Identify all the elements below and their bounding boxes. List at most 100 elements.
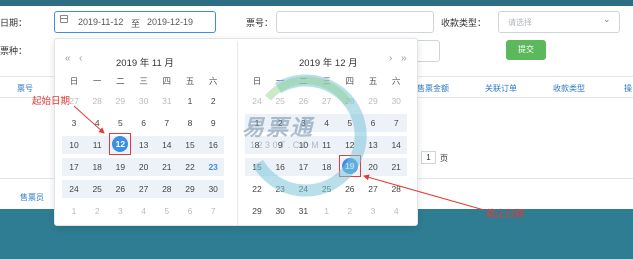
calendar-day[interactable]: 22 bbox=[247, 184, 267, 194]
calendar-day[interactable]: 19 bbox=[110, 162, 130, 172]
calendar-day[interactable]: 26 bbox=[293, 96, 313, 106]
calendar-day[interactable]: 15 bbox=[180, 140, 200, 150]
calendar-day[interactable]: 30 bbox=[203, 184, 223, 194]
end-date-annotation: 截止日期 bbox=[486, 209, 525, 220]
calendar-day[interactable]: 30 bbox=[270, 206, 290, 216]
calendar-day[interactable]: 5 bbox=[340, 118, 360, 128]
ticket-no-input[interactable] bbox=[276, 11, 434, 33]
calendar-day[interactable]: 3 bbox=[64, 118, 84, 128]
calendar-day[interactable]: 24 bbox=[293, 184, 313, 194]
calendar-day[interactable]: 5 bbox=[110, 118, 130, 128]
calendar-day[interactable]: 29 bbox=[110, 96, 130, 106]
calendar-day[interactable]: 27 bbox=[134, 184, 154, 194]
calendar-day[interactable]: 25 bbox=[317, 184, 337, 194]
calendar-day[interactable]: 15 bbox=[247, 162, 267, 172]
calendar-day[interactable]: 17 bbox=[293, 162, 313, 172]
calendar-day[interactable]: 20 bbox=[134, 162, 154, 172]
calendar-day[interactable]: 3 bbox=[110, 206, 130, 216]
page-number-input[interactable]: 1 bbox=[421, 151, 436, 164]
weekday-label: 五 bbox=[368, 76, 378, 86]
selected-day[interactable]: 19 bbox=[341, 158, 358, 174]
calendar-day[interactable]: 11 bbox=[317, 140, 337, 150]
prev-year-icon[interactable]: « bbox=[65, 53, 71, 64]
top-bar bbox=[0, 0, 633, 6]
calendar-day[interactable]: 26 bbox=[340, 184, 360, 194]
calendar-day[interactable]: 2 bbox=[203, 96, 223, 106]
calendar-day[interactable]: 20 bbox=[363, 162, 383, 172]
calendar-day[interactable]: 16 bbox=[270, 162, 290, 172]
col-actions[interactable]: 操 bbox=[624, 83, 632, 94]
calendar-day[interactable]: 2 bbox=[340, 206, 360, 216]
calendar-day[interactable]: 6 bbox=[363, 118, 383, 128]
calendar-day[interactable]: 21 bbox=[157, 162, 177, 172]
col-ticket-no[interactable]: 票号 bbox=[17, 83, 33, 94]
weekday-label: 三 bbox=[139, 76, 148, 86]
next-year-icon[interactable]: » bbox=[401, 53, 407, 64]
calendar-day[interactable]: 27 bbox=[363, 184, 383, 194]
start-date-text[interactable]: 2019-11-12 bbox=[78, 17, 123, 27]
calendar-day[interactable]: 28 bbox=[157, 184, 177, 194]
col-sale-amount[interactable]: 售票金额 bbox=[417, 83, 449, 94]
payment-type-placeholder: 请选择 bbox=[508, 18, 532, 27]
ticket-no-label: 票号： bbox=[246, 18, 274, 28]
calendar-day[interactable]: 6 bbox=[134, 118, 154, 128]
calendar-day[interactable]: 30 bbox=[134, 96, 154, 106]
calendar-day[interactable]: 6 bbox=[180, 206, 200, 216]
calendar-day[interactable]: 18 bbox=[317, 162, 337, 172]
calendar-day[interactable]: 4 bbox=[134, 206, 154, 216]
to-text: 至 bbox=[131, 19, 141, 29]
calendar-day[interactable]: 3 bbox=[363, 206, 383, 216]
calendar-day[interactable]: 4 bbox=[386, 206, 406, 216]
calendar-day[interactable]: 1 bbox=[180, 96, 200, 106]
calendar-day[interactable]: 23 bbox=[203, 162, 223, 172]
calendar-day[interactable]: 17 bbox=[64, 162, 84, 172]
calendar-day[interactable]: 7 bbox=[203, 206, 223, 216]
calendar-day[interactable]: 7 bbox=[157, 118, 177, 128]
calendar-day[interactable]: 26 bbox=[110, 184, 130, 194]
calendar-day[interactable]: 29 bbox=[180, 184, 200, 194]
calendar-day[interactable]: 1 bbox=[317, 206, 337, 216]
calendar-day[interactable]: 22 bbox=[180, 162, 200, 172]
calendar-day[interactable]: 9 bbox=[203, 118, 223, 128]
calendar-day[interactable]: 13 bbox=[134, 140, 154, 150]
calendar-day[interactable]: 28 bbox=[87, 96, 107, 106]
calendar-day[interactable]: 24 bbox=[64, 184, 84, 194]
calendar-day[interactable]: 31 bbox=[157, 96, 177, 106]
calendar-day[interactable]: 11 bbox=[87, 140, 107, 150]
calendar-day[interactable]: 4 bbox=[317, 118, 337, 128]
calendar-day[interactable]: 29 bbox=[363, 96, 383, 106]
col-linked-order[interactable]: 关联订单 bbox=[485, 83, 517, 94]
calendar-day[interactable]: 21 bbox=[386, 162, 406, 172]
submit-button[interactable]: 提交 bbox=[506, 40, 546, 60]
prev-month-icon[interactable]: ‹ bbox=[79, 53, 82, 64]
calendar-day[interactable]: 25 bbox=[270, 96, 290, 106]
calendar-day[interactable]: 5 bbox=[157, 206, 177, 216]
calendar-day[interactable]: 27 bbox=[317, 96, 337, 106]
col-payment-type[interactable]: 收款类型 bbox=[553, 83, 585, 94]
calendar-day[interactable]: 12 bbox=[340, 140, 360, 150]
calendar-day[interactable]: 29 bbox=[247, 206, 267, 216]
calendar-day[interactable]: 13 bbox=[363, 140, 383, 150]
calendar-day[interactable]: 16 bbox=[203, 140, 223, 150]
calendar-day[interactable]: 7 bbox=[386, 118, 406, 128]
calendar-day[interactable]: 24 bbox=[247, 96, 267, 106]
weekday-label: 六 bbox=[391, 76, 401, 86]
weekday-label: 三 bbox=[322, 76, 331, 86]
calendar-day[interactable]: 4 bbox=[87, 118, 107, 128]
calendar-day[interactable]: 28 bbox=[386, 184, 406, 194]
end-date-text[interactable]: 2019-12-19 bbox=[147, 17, 193, 27]
calendar-day[interactable]: 1 bbox=[64, 206, 84, 216]
calendar-day[interactable]: 8 bbox=[180, 118, 200, 128]
calendar-day[interactable]: 14 bbox=[386, 140, 406, 150]
calendar-day[interactable]: 18 bbox=[87, 162, 107, 172]
calendar-day[interactable]: 23 bbox=[270, 184, 290, 194]
calendar-day[interactable]: 25 bbox=[87, 184, 107, 194]
calendar-day[interactable]: 2 bbox=[87, 206, 107, 216]
calendar-day[interactable]: 30 bbox=[386, 96, 406, 106]
right-month-title: 2019 年 12 月 bbox=[299, 58, 358, 69]
calendar-day[interactable]: 10 bbox=[64, 140, 84, 150]
next-month-icon[interactable]: › bbox=[389, 53, 392, 64]
calendar-day[interactable]: 14 bbox=[157, 140, 177, 150]
calendar-day[interactable]: 28 bbox=[340, 96, 360, 106]
calendar-day[interactable]: 31 bbox=[293, 206, 313, 216]
